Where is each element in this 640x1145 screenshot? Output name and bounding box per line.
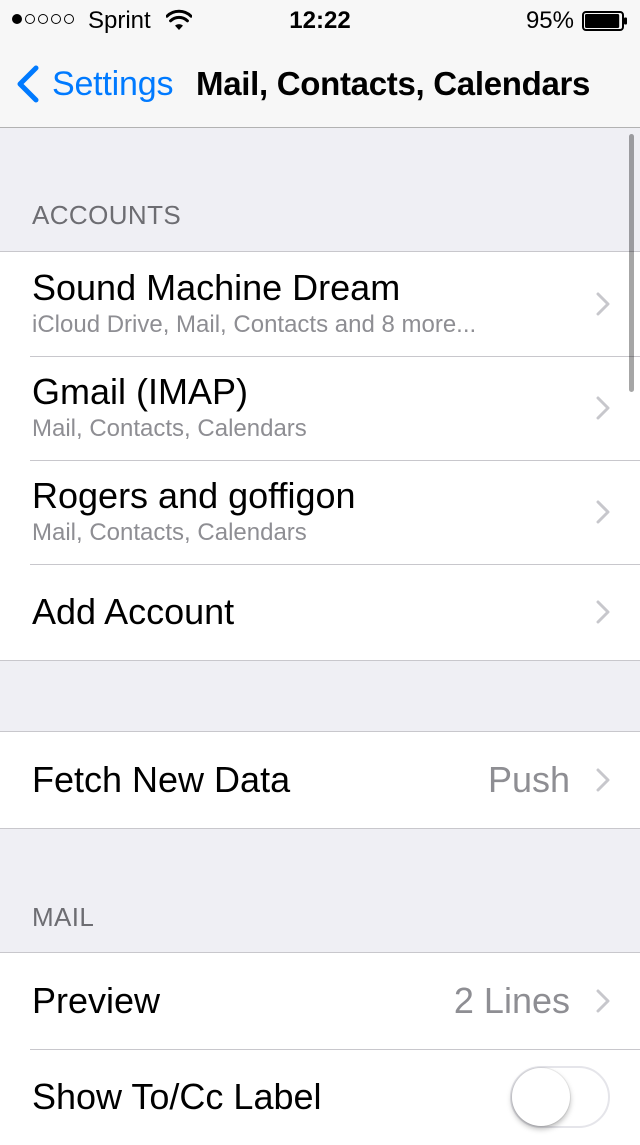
show-tocc-label: Show To/Cc Label (32, 1076, 322, 1117)
chevron-right-icon (596, 768, 610, 792)
section-header-accounts: ACCOUNTS (32, 200, 182, 230)
add-account-label: Add Account (32, 591, 235, 632)
show-tocc-toggle[interactable] (510, 1066, 610, 1128)
back-button-label: Settings (52, 64, 174, 103)
account-subtitle: Mail, Contacts, Calendars (32, 519, 307, 546)
add-account-row[interactable]: Add Account (0, 564, 640, 660)
fetch-new-data-value: Push (487, 759, 570, 800)
chevron-right-icon (596, 292, 610, 316)
chevron-left-icon (17, 65, 39, 103)
accounts-group: Sound Machine Dream iCloud Drive, Mail, … (0, 251, 640, 661)
chevron-right-icon (596, 396, 610, 420)
preview-row[interactable]: Preview 2 Lines (0, 953, 640, 1049)
preview-label: Preview (32, 980, 161, 1021)
mail-group: Preview 2 Lines Show To/Cc Label (0, 952, 640, 1145)
fetch-group: Fetch New Data Push (0, 731, 640, 829)
account-row-sound-machine-dream[interactable]: Sound Machine Dream iCloud Drive, Mail, … (0, 252, 640, 356)
navigation-bar: Sprint 12:22 95% Settings Mail, Contacts… (0, 0, 640, 128)
scroll-indicator (629, 134, 634, 392)
chevron-right-icon (596, 989, 610, 1013)
toggle-knob (512, 1068, 570, 1126)
account-title: Rogers and goffigon (32, 475, 356, 516)
account-title: Gmail (IMAP) (32, 371, 248, 412)
battery-icon (582, 11, 627, 31)
account-title: Sound Machine Dream (32, 267, 401, 308)
account-subtitle: iCloud Drive, Mail, Contacts and 8 more.… (32, 311, 477, 338)
fetch-new-data-label: Fetch New Data (32, 759, 291, 800)
battery-percent: 95% (525, 7, 574, 34)
account-row-gmail[interactable]: Gmail (IMAP) Mail, Contacts, Calendars (0, 356, 640, 460)
fetch-new-data-row[interactable]: Fetch New Data Push (0, 732, 640, 828)
back-button[interactable]: Settings (14, 62, 173, 106)
chevron-right-icon (596, 500, 610, 524)
account-subtitle: Mail, Contacts, Calendars (32, 415, 307, 442)
section-header-mail: MAIL (32, 902, 95, 932)
status-bar: Sprint 12:22 95% (0, 0, 640, 40)
show-tocc-label-row: Show To/Cc Label (0, 1049, 640, 1145)
account-row-rogers-and-goffigon[interactable]: Rogers and goffigon Mail, Contacts, Cale… (0, 460, 640, 564)
page-title: Mail, Contacts, Calendars (196, 65, 591, 102)
preview-value: 2 Lines (453, 980, 570, 1021)
chevron-right-icon (596, 600, 610, 624)
